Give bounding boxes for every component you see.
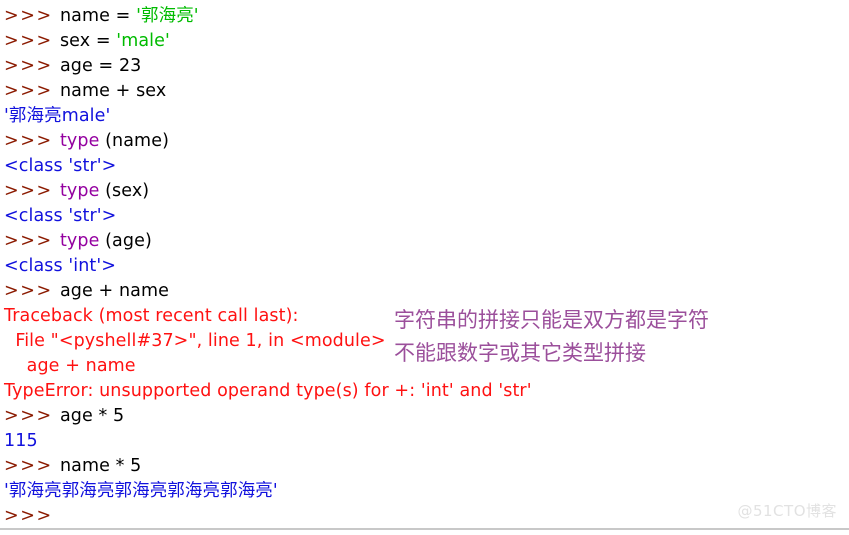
shell-prompt: >>> bbox=[4, 231, 60, 251]
shell-token-err: TypeError: unsupported operand type(s) f… bbox=[4, 381, 532, 401]
shell-token-plain: sex = bbox=[59, 31, 117, 51]
shell-prompt: >>> bbox=[4, 6, 60, 26]
shell-token-kw: type bbox=[59, 181, 100, 201]
shell-token-plain: age * 5 bbox=[59, 406, 125, 426]
shell-token-plain: age = 23 bbox=[59, 56, 142, 76]
shell-token-out: <class 'int'> bbox=[4, 256, 117, 276]
shell-line-input: >>> type (name) bbox=[0, 129, 849, 154]
shell-token-plain: (sex) bbox=[99, 181, 150, 201]
shell-token-out: '郭海亮郭海亮郭海亮郭海亮郭海亮' bbox=[4, 481, 278, 501]
shell-line-input: >>> type (age) bbox=[0, 229, 849, 254]
shell-token-err: Traceback (most recent call last): bbox=[4, 306, 299, 326]
shell-prompt: >>> bbox=[4, 281, 60, 301]
shell-prompt: >>> bbox=[4, 506, 60, 526]
chinese-annotation-overlay: 字符串的拼接只能是双方都是字符 不能跟数字或其它类型拼接 bbox=[394, 304, 849, 370]
shell-token-plain: (name) bbox=[99, 131, 169, 151]
shell-line-output: 115 bbox=[0, 429, 849, 454]
shell-token-plain: age + name bbox=[59, 281, 169, 301]
annotation-line-1: 字符串的拼接只能是双方都是字符 bbox=[394, 308, 709, 332]
shell-line-error: TypeError: unsupported operand type(s) f… bbox=[0, 379, 849, 404]
shell-token-err: age + name bbox=[4, 356, 136, 376]
shell-line-output: <class 'int'> bbox=[0, 254, 849, 279]
shell-line-output: '郭海亮郭海亮郭海亮郭海亮郭海亮' bbox=[0, 479, 849, 504]
shell-line-output: <class 'str'> bbox=[0, 154, 849, 179]
shell-line-output: '郭海亮male' bbox=[0, 104, 849, 129]
shell-token-kw: type bbox=[59, 231, 100, 251]
shell-token-str: '郭海亮' bbox=[136, 6, 199, 26]
shell-line-input: >>> sex = 'male' bbox=[0, 29, 849, 54]
shell-prompt: >>> bbox=[4, 31, 60, 51]
shell-line-input: >>> name * 5 bbox=[0, 454, 849, 479]
shell-token-plain: name = bbox=[59, 6, 137, 26]
shell-prompt: >>> bbox=[4, 406, 60, 426]
shell-token-out: <class 'str'> bbox=[4, 156, 117, 176]
shell-line-input: >>> age + name bbox=[0, 279, 849, 304]
bottom-strip bbox=[0, 530, 849, 535]
shell-prompt: >>> bbox=[4, 81, 60, 101]
shell-token-err: File "<pyshell#37>", line 1, in <module> bbox=[4, 331, 386, 351]
shell-token-plain: name + sex bbox=[59, 81, 167, 101]
shell-token-str: 'male' bbox=[116, 31, 170, 51]
shell-token-plain: name * 5 bbox=[59, 456, 142, 476]
shell-line-input: >>> bbox=[0, 504, 849, 529]
shell-token-out: 115 bbox=[4, 431, 38, 451]
shell-prompt: >>> bbox=[4, 181, 60, 201]
python-shell-output-area[interactable]: >>> name = '郭海亮' >>> sex = 'male' >>> age … bbox=[0, 0, 849, 528]
site-watermark: @51CTO博客 bbox=[737, 502, 837, 520]
shell-prompt: >>> bbox=[4, 456, 60, 476]
shell-token-out: '郭海亮male' bbox=[4, 106, 111, 126]
shell-line-input: >>> name + sex bbox=[0, 79, 849, 104]
shell-token-plain: (age) bbox=[99, 231, 152, 251]
shell-token-out: <class 'str'> bbox=[4, 206, 117, 226]
shell-token-kw: type bbox=[59, 131, 100, 151]
shell-line-input: >>> name = '郭海亮' bbox=[0, 4, 849, 29]
shell-prompt: >>> bbox=[4, 56, 60, 76]
annotation-line-2: 不能跟数字或其它类型拼接 bbox=[394, 341, 646, 365]
shell-line-output: <class 'str'> bbox=[0, 204, 849, 229]
shell-line-input: >>> age * 5 bbox=[0, 404, 849, 429]
shell-line-input: >>> age = 23 bbox=[0, 54, 849, 79]
shell-line-input: >>> type (sex) bbox=[0, 179, 849, 204]
shell-prompt: >>> bbox=[4, 131, 60, 151]
